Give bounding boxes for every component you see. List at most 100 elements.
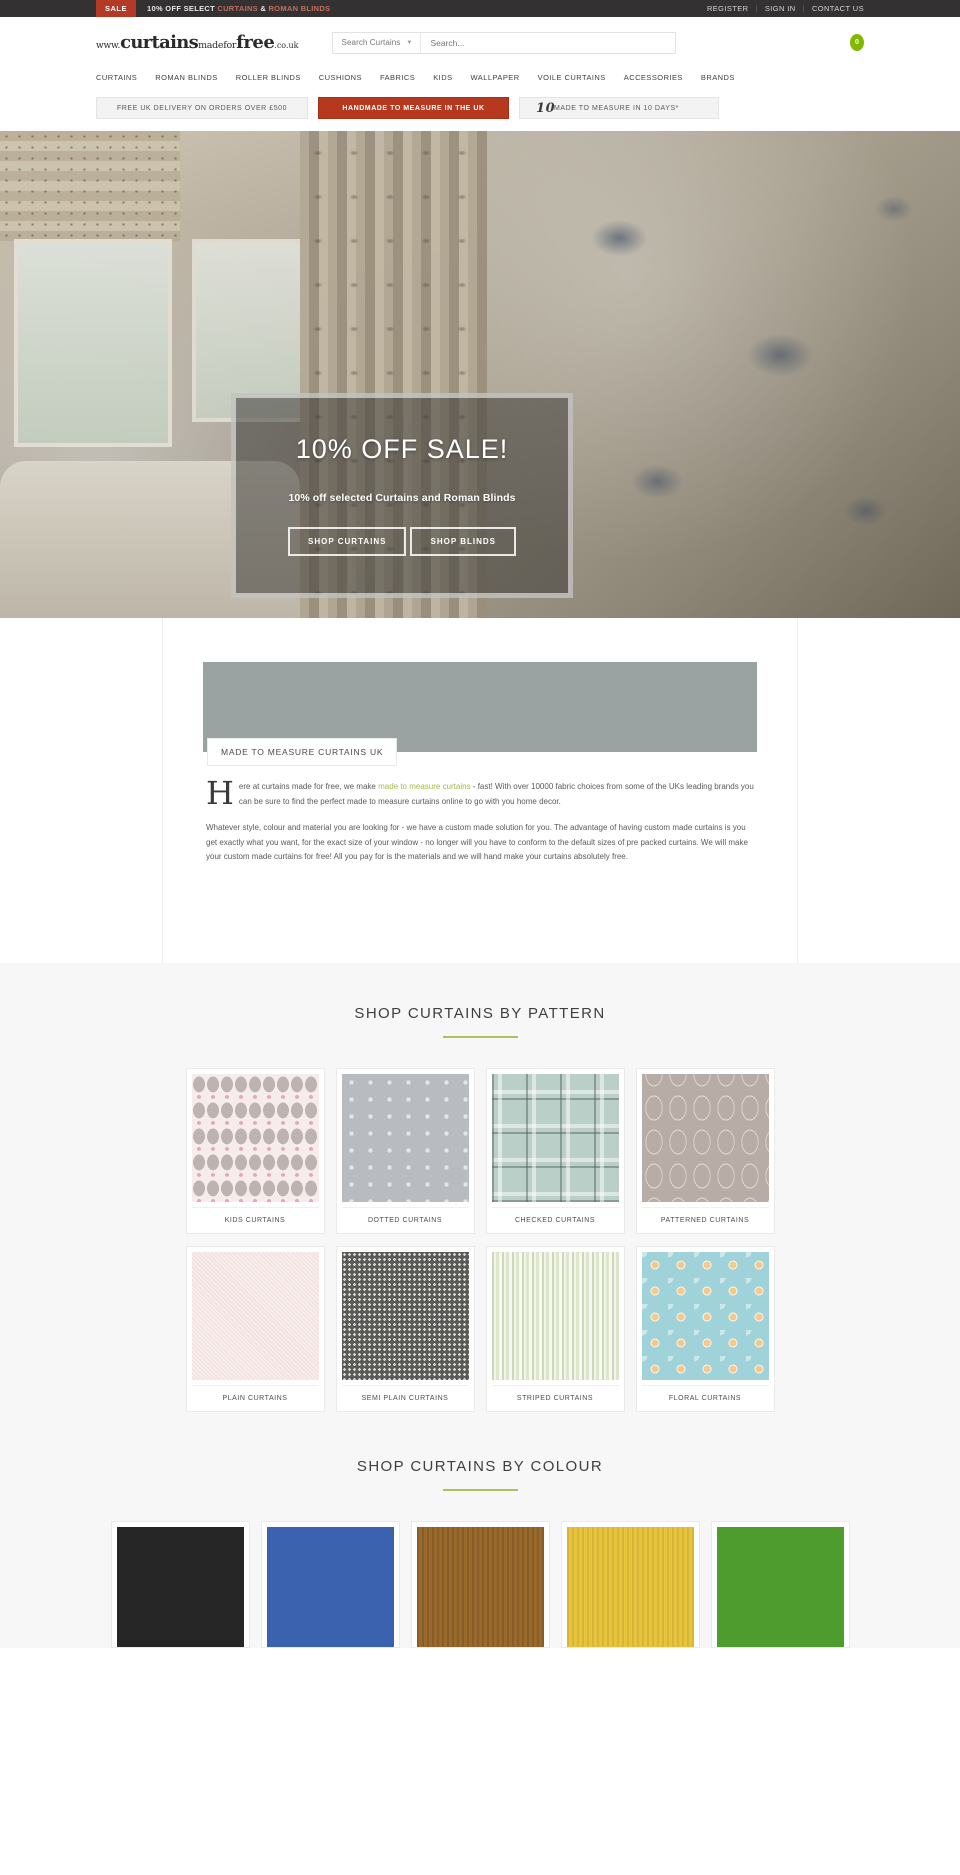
- intro-paragraph-1-part-a: ere at curtains made for free, we make: [238, 782, 379, 791]
- pattern-tile-plain[interactable]: PLAIN CURTAINS: [185, 1246, 325, 1412]
- contact-us-link[interactable]: CONTACT US: [812, 4, 864, 13]
- shop-blinds-button[interactable]: SHOP BLINDS: [410, 527, 517, 556]
- top-promo-text: 10% OFF SELECT CURTAINS & ROMAN BLINDS: [147, 4, 330, 13]
- pattern-label-checked: CHECKED CURTAINS: [491, 1207, 619, 1233]
- logo-word-madefor: madefor: [198, 39, 237, 51]
- pattern-swatch-checked: [491, 1074, 619, 1202]
- search-bar: Search Curtains ▼: [331, 31, 676, 54]
- colour-section-title: SHOP CURTAINS BY COLOUR: [356, 1458, 604, 1475]
- colour-swatch-black: [116, 1527, 244, 1647]
- promo-handmade-uk[interactable]: HANDMADE TO MEASURE IN THE UK: [318, 97, 509, 119]
- search-input[interactable]: [421, 32, 675, 53]
- colour-tile-black[interactable]: [110, 1521, 250, 1648]
- promo-ten-days-number: 10: [536, 101, 556, 116]
- pattern-tile-dotted[interactable]: DOTTED CURTAINS: [335, 1068, 475, 1234]
- account-links: REGISTER | SIGN IN | CONTACT US: [707, 4, 864, 13]
- promo-button-row: FREE UK DELIVERY ON ORDERS OVER £500 HAN…: [0, 87, 960, 131]
- pattern-swatch-dotted: [341, 1074, 469, 1202]
- cart-icon[interactable]: 0: [850, 34, 864, 51]
- colour-swatch-blue: [266, 1527, 394, 1647]
- nav-item-roman-blinds[interactable]: ROMAN BLINDS: [155, 73, 218, 82]
- nav-item-cushions[interactable]: CUSHIONS: [319, 73, 362, 82]
- nav-item-roller-blinds[interactable]: ROLLER BLINDS: [236, 73, 301, 82]
- made-to-measure-curtains-link[interactable]: made to measure curtains: [378, 782, 471, 791]
- intro-body-copy: Here at curtains made for free, we make …: [203, 774, 757, 865]
- logo-word-curtains: curtains: [120, 31, 199, 53]
- nav-item-brands[interactable]: BRANDS: [701, 73, 735, 82]
- logo-www: www.: [96, 40, 121, 51]
- sign-in-link[interactable]: SIGN IN: [765, 4, 796, 13]
- search-category-label: Search Curtains: [341, 38, 401, 47]
- hero-button-group: SHOP CURTAINS SHOP BLINDS: [287, 527, 517, 556]
- pattern-label-kids: KIDS CURTAINS: [191, 1207, 319, 1233]
- pattern-tile-striped[interactable]: STRIPED CURTAINS: [485, 1246, 625, 1412]
- pattern-section-divider: [442, 1036, 518, 1038]
- nav-item-accessories[interactable]: ACCESSORIES: [624, 73, 683, 82]
- pattern-tile-patterned[interactable]: PATTERNED CURTAINS: [635, 1068, 775, 1234]
- pattern-label-floral: FLORAL CURTAINS: [641, 1385, 769, 1411]
- pattern-swatch-patterned: [641, 1074, 769, 1202]
- hero-banner: 10% OFF SALE! 10% off selected Curtains …: [0, 131, 960, 618]
- colour-tile-green[interactable]: [710, 1521, 850, 1648]
- pattern-label-dotted: DOTTED CURTAINS: [341, 1207, 469, 1233]
- pattern-tile-row-1: KIDS CURTAINS DOTTED CURTAINS CHECKED CU…: [0, 1068, 960, 1234]
- pattern-swatch-striped: [491, 1252, 619, 1380]
- intro-paragraph-2: Whatever style, colour and material you …: [206, 823, 748, 861]
- chevron-down-icon: ▼: [406, 39, 413, 46]
- colour-tile-yellow[interactable]: [560, 1521, 700, 1648]
- pattern-swatch-floral: [641, 1252, 769, 1380]
- intro-paragraph-1: Here at curtains made for free, we make …: [206, 774, 754, 812]
- pattern-label-striped: STRIPED CURTAINS: [491, 1385, 619, 1411]
- colour-tile-blue[interactable]: [260, 1521, 400, 1648]
- top-promo-link-curtains[interactable]: CURTAINS: [217, 4, 258, 13]
- hero-window-decor: [18, 243, 168, 443]
- site-header: www.curtainsmadeforfree.co.uk Search Cur…: [0, 17, 960, 68]
- colour-tile-row: [0, 1521, 960, 1648]
- promo-ten-days[interactable]: 10 MADE TO MEASURE IN 10 DAYS*: [519, 97, 719, 119]
- nav-item-fabrics[interactable]: FABRICS: [380, 73, 415, 82]
- pattern-tile-kids[interactable]: KIDS CURTAINS: [185, 1068, 325, 1234]
- main-navigation: CURTAINS ROMAN BLINDS ROLLER BLINDS CUSH…: [0, 68, 960, 87]
- nav-item-wallpaper[interactable]: WALLPAPER: [471, 73, 520, 82]
- pattern-swatch-plain: [191, 1252, 319, 1380]
- pattern-tile-checked[interactable]: CHECKED CURTAINS: [485, 1068, 625, 1234]
- promo-handmade-uk-label: HANDMADE TO MEASURE IN THE UK: [342, 104, 485, 112]
- pattern-label-plain: PLAIN CURTAINS: [191, 1385, 319, 1411]
- hero-subheading: 10% off selected Curtains and Roman Blin…: [288, 492, 516, 504]
- pattern-label-semi-plain: SEMI PLAIN CURTAINS: [341, 1385, 469, 1411]
- shop-curtains-button[interactable]: SHOP CURTAINS: [287, 527, 407, 556]
- top-promo-link-roman-blinds[interactable]: ROMAN BLINDS: [268, 4, 330, 13]
- shop-by-pattern-section: SHOP CURTAINS BY PATTERN KIDS CURTAINS D…: [0, 963, 960, 1648]
- nav-item-kids[interactable]: KIDS: [433, 73, 452, 82]
- top-promo-prefix: 10% OFF SELECT: [147, 4, 215, 13]
- cart-count: 0: [855, 39, 859, 46]
- nav-item-curtains[interactable]: CURTAINS: [96, 73, 137, 82]
- colour-swatch-brown: [416, 1527, 544, 1647]
- hero-heading: 10% OFF SALE!: [295, 434, 509, 464]
- pattern-tile-floral[interactable]: FLORAL CURTAINS: [635, 1246, 775, 1412]
- pattern-tile-semi-plain[interactable]: SEMI PLAIN CURTAINS: [335, 1246, 475, 1412]
- sale-badge: SALE: [96, 0, 137, 17]
- pattern-section-title: SHOP CURTAINS BY PATTERN: [354, 1005, 606, 1022]
- pattern-label-patterned: PATTERNED CURTAINS: [641, 1207, 769, 1233]
- intro-heading-tag: MADE TO MEASURE CURTAINS UK: [207, 738, 398, 766]
- shop-by-colour-section: SHOP CURTAINS BY COLOUR: [0, 1458, 960, 1648]
- intro-dropcap: H: [206, 774, 234, 812]
- logo-domain: .co.uk: [274, 40, 299, 50]
- logo-word-free: free: [236, 31, 275, 53]
- hero-promo-overlay: 10% OFF SALE! 10% off selected Curtains …: [231, 393, 573, 598]
- intro-section: MADE TO MEASURE CURTAINS UK Here at curt…: [0, 618, 960, 963]
- promo-free-delivery-label: FREE UK DELIVERY ON ORDERS OVER £500: [116, 104, 288, 112]
- promo-ten-days-label: MADE TO MEASURE IN 10 DAYS*: [554, 104, 679, 112]
- pattern-swatch-kids: [191, 1074, 319, 1202]
- colour-section-divider: [442, 1489, 518, 1491]
- site-logo[interactable]: www.curtainsmadeforfree.co.uk: [96, 31, 299, 53]
- hero-window-decor-2: [196, 243, 306, 418]
- register-link[interactable]: REGISTER: [707, 4, 749, 13]
- colour-swatch-green: [716, 1527, 844, 1647]
- promo-free-delivery[interactable]: FREE UK DELIVERY ON ORDERS OVER £500: [96, 97, 308, 119]
- colour-tile-brown[interactable]: [410, 1521, 550, 1648]
- link-separator-1: |: [755, 4, 758, 13]
- nav-item-voile-curtains[interactable]: VOILE CURTAINS: [538, 73, 606, 82]
- search-category-select[interactable]: Search Curtains ▼: [332, 32, 422, 53]
